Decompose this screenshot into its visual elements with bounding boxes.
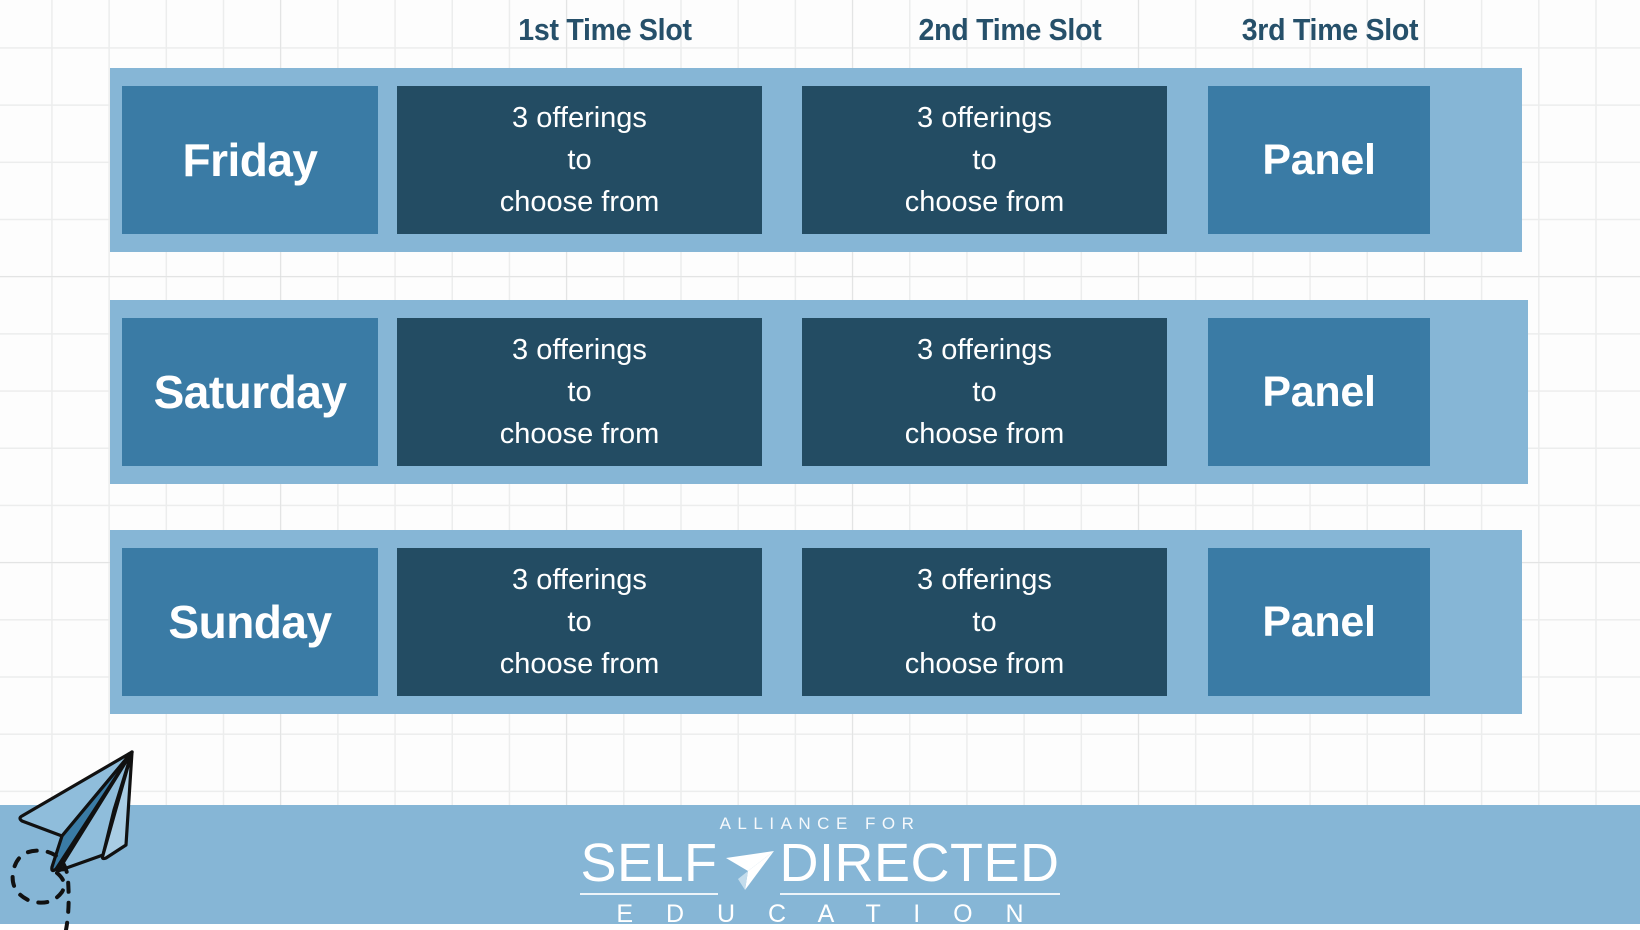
slot-cell-friday-1[interactable]: 3 offerings to choose from — [397, 86, 762, 234]
slot-offerings-text: 3 offerings to choose from — [905, 559, 1065, 685]
slot-offerings-text: 3 offerings to choose from — [500, 559, 660, 685]
slot-line-2: to — [972, 375, 997, 408]
slot-line-2: to — [567, 143, 592, 176]
slot-line-3: choose from — [904, 186, 1065, 219]
column-header-slot-3: 3rd Time Slot — [1241, 12, 1419, 47]
day-label: Friday — [182, 134, 318, 186]
slot-line-2: to — [567, 375, 592, 408]
day-row-sunday: Sunday 3 offerings to choose from 3 offe… — [110, 530, 1522, 714]
paper-plane-logo-icon — [718, 841, 780, 895]
schedule-grid: 1st Time Slot 2nd Time Slot 3rd Time Slo… — [0, 0, 1640, 714]
slot-line-3: choose from — [499, 418, 660, 451]
slot-offerings-text: 3 offerings to choose from — [905, 329, 1065, 455]
logo-tagline: ALLIANCE FOR — [719, 814, 921, 833]
slot-line-3: choose from — [499, 648, 660, 681]
day-label: Saturday — [153, 366, 347, 418]
slot-line-2: to — [972, 143, 997, 176]
slot-line-3: choose from — [499, 186, 660, 219]
day-label: Sunday — [168, 596, 332, 648]
slot-line-1: 3 offerings — [512, 563, 647, 596]
slot-cell-sunday-3[interactable]: Panel — [1208, 548, 1430, 696]
slot-line-1: 3 offerings — [512, 333, 647, 366]
column-header-slot-2: 2nd Time Slot — [918, 12, 1102, 47]
slot-cell-sunday-1[interactable]: 3 offerings to choose from — [397, 548, 762, 696]
day-cell-saturday[interactable]: Saturday — [122, 318, 378, 466]
slot-cell-friday-2[interactable]: 3 offerings to choose from — [802, 86, 1167, 234]
slot-offerings-text: 3 offerings to choose from — [500, 97, 660, 223]
panel-label: Panel — [1262, 367, 1376, 416]
column-header-slot-1: 1st Time Slot — [518, 12, 692, 47]
column-header-row: 1st Time Slot 2nd Time Slot 3rd Time Slo… — [0, 0, 1640, 62]
slot-offerings-text: 3 offerings to choose from — [905, 97, 1065, 223]
slot-cell-saturday-2[interactable]: 3 offerings to choose from — [802, 318, 1167, 466]
day-cell-friday[interactable]: Friday — [122, 86, 378, 234]
logo-word-directed: DIRECTED — [779, 835, 1060, 896]
slot-cell-friday-3[interactable]: Panel — [1208, 86, 1430, 234]
panel-label: Panel — [1262, 135, 1376, 184]
panel-label: Panel — [1262, 597, 1376, 646]
slot-cell-saturday-3[interactable]: Panel — [1208, 318, 1430, 466]
day-cell-sunday[interactable]: Sunday — [122, 548, 378, 696]
footer-band: ALLIANCE FOR SELF DIRECTED E D U C A T I… — [0, 805, 1640, 927]
slot-line-1: 3 offerings — [917, 563, 1052, 596]
logo-word-self: SELF — [580, 835, 718, 896]
logo: ALLIANCE FOR SELF DIRECTED E D U C A T I… — [560, 815, 1080, 927]
slot-cell-sunday-2[interactable]: 3 offerings to choose from — [802, 548, 1167, 696]
slot-line-3: choose from — [904, 418, 1065, 451]
day-row-saturday: Saturday 3 offerings to choose from 3 of… — [110, 300, 1528, 484]
slot-line-1: 3 offerings — [512, 101, 647, 134]
day-row-friday: Friday 3 offerings to choose from 3 offe… — [110, 68, 1522, 252]
slot-cell-saturday-1[interactable]: 3 offerings to choose from — [397, 318, 762, 466]
logo-wordmark: SELF DIRECTED — [560, 835, 1080, 896]
slot-line-2: to — [972, 605, 997, 638]
slot-offerings-text: 3 offerings to choose from — [500, 329, 660, 455]
slot-line-1: 3 offerings — [917, 101, 1052, 134]
logo-subtitle: E D U C A T I O N — [616, 900, 1037, 929]
slot-line-1: 3 offerings — [917, 333, 1052, 366]
slot-line-2: to — [567, 605, 592, 638]
slot-line-3: choose from — [904, 648, 1065, 681]
